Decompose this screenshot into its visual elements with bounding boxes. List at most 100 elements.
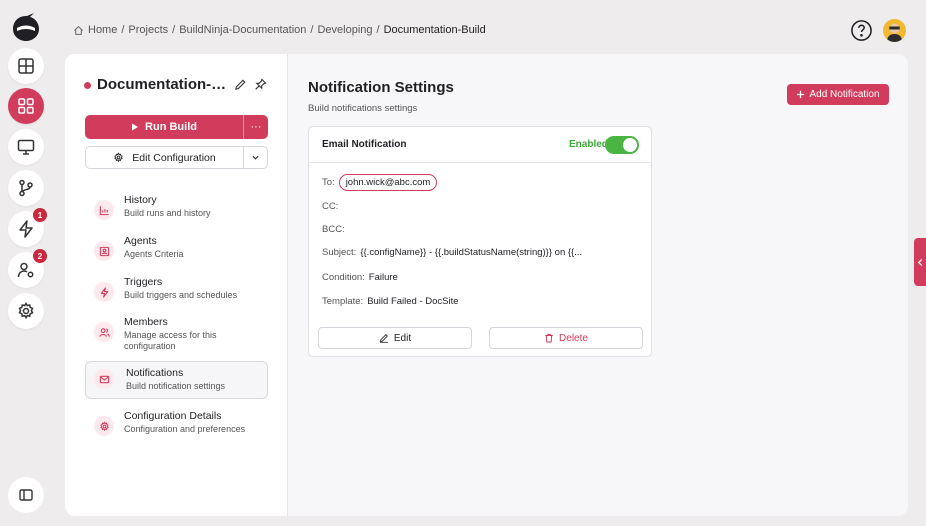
play-icon (132, 123, 139, 131)
git-branch-button[interactable] (8, 170, 44, 206)
pencil-icon[interactable] (234, 78, 247, 91)
edit-config-dropdown[interactable] (244, 147, 267, 168)
run-build-button[interactable]: Run Build (85, 115, 244, 139)
nav-subtitle: Build runs and history (124, 208, 211, 218)
cc-label: CC: (322, 201, 339, 212)
card-title: Email Notification (322, 139, 407, 150)
user-avatar-icon (887, 23, 902, 42)
projects-button[interactable] (8, 88, 44, 124)
breadcrumb-projects[interactable]: Projects (128, 24, 168, 36)
to-label: To: (322, 177, 335, 188)
breadcrumb: Home / Projects / BuildNinja-Documentati… (73, 24, 486, 36)
lightning-icon (19, 220, 33, 238)
mail-icon (99, 375, 109, 383)
nav-title: Configuration Details (124, 410, 222, 422)
run-build-label: Run Build (145, 121, 197, 133)
delete-button[interactable]: Delete (489, 327, 643, 349)
template-label: Template: (322, 296, 364, 307)
nav-subtitle: Configuration and preferences (124, 424, 246, 434)
status-badge: Enabled (569, 139, 608, 150)
toggle-sidebar-button[interactable] (8, 477, 44, 513)
monitor-button[interactable] (8, 129, 44, 165)
edit-config-label: Edit Configuration (132, 151, 216, 164)
condition-field: Condition: Failure (322, 272, 398, 283)
icon-rail: 1 2 (0, 0, 52, 526)
add-notification-label: Add Notification (809, 89, 880, 100)
chevron-left-icon (917, 258, 922, 266)
nav-title: Triggers (124, 276, 163, 288)
gear-icon (18, 302, 34, 320)
nav-item-agents[interactable]: Agents Agents Criteria (85, 233, 268, 271)
main-panel: Documentation-Build Run Build ··· Edit C… (65, 54, 908, 516)
dashboard-button[interactable] (8, 48, 44, 84)
add-notification-button[interactable]: Add Notification (787, 84, 889, 105)
users-badge: 2 (33, 249, 47, 263)
nav-subtitle: Build triggers and schedules (124, 290, 238, 300)
nav-title: History (124, 194, 157, 206)
nav-item-configuration-details[interactable]: Configuration Details Configuration and … (85, 408, 268, 446)
enabled-toggle[interactable] (605, 136, 639, 154)
gear-icon (99, 420, 109, 431)
collapse-panel-tab[interactable] (914, 238, 926, 286)
breadcrumb-current: Documentation-Build (383, 24, 486, 36)
email-notification-card: Email Notification Enabled To: john.wick… (308, 126, 652, 357)
bcc-field: BCC: (322, 224, 345, 235)
edit-config-button-group: Edit Configuration (85, 146, 268, 169)
chart-icon (99, 205, 109, 215)
avatar[interactable] (883, 19, 906, 42)
subject-value: {{.configName}} - {{.buildStatusName(str… (360, 247, 583, 258)
edit-button[interactable]: Edit (318, 327, 472, 349)
git-branch-icon (19, 179, 33, 197)
page-title: Notification Settings (308, 79, 454, 96)
pencil-icon (379, 334, 388, 343)
nav-item-history[interactable]: History Build runs and history (85, 192, 268, 230)
nav-title: Notifications (126, 367, 184, 379)
cc-field: CC: (322, 201, 338, 212)
pin-icon[interactable] (254, 78, 267, 91)
subject-label: Subject: (322, 247, 357, 258)
run-build-button-group: Run Build ··· (85, 115, 268, 139)
grid-icon (18, 98, 34, 114)
lightning-icon (100, 286, 108, 298)
sidebar-panel-icon (19, 489, 33, 501)
template-field: Template: Build Failed - DocSite (322, 296, 459, 307)
template-value: Build Failed - DocSite (367, 296, 459, 307)
nav-item-notifications[interactable]: Notifications Build notification setting… (85, 361, 268, 399)
config-title: Documentation-Build (97, 76, 227, 93)
user-gear-icon (17, 262, 34, 278)
dashboard-icon (18, 58, 34, 74)
edit-config-button[interactable]: Edit Configuration (86, 147, 244, 168)
monitor-icon (17, 139, 35, 155)
page-subtitle: Build notifications settings (308, 103, 418, 114)
nav-subtitle: Manage access for this configuration (124, 330, 217, 351)
edit-label: Edit (393, 332, 412, 344)
run-build-more-button[interactable]: ··· (244, 115, 268, 139)
condition-value: Failure (368, 272, 398, 283)
nav-item-members[interactable]: Members Manage access for this configura… (85, 314, 268, 360)
to-field: To: john.wick@abc.com (322, 174, 438, 191)
status-dot (84, 82, 91, 89)
builds-button[interactable]: 1 (8, 208, 47, 247)
breadcrumb-project[interactable]: BuildNinja-Documentation (179, 24, 306, 36)
breadcrumb-home[interactable]: Home (88, 24, 117, 36)
nav-subtitle: Build notification settings (126, 381, 226, 391)
help-icon[interactable] (850, 19, 873, 42)
email-chip[interactable]: john.wick@abc.com (338, 174, 438, 191)
users-icon (98, 327, 110, 337)
card-header: Email Notification Enabled (309, 127, 651, 163)
plus-icon (797, 90, 805, 99)
bcc-label: BCC: (322, 224, 345, 235)
user-settings-button[interactable]: 2 (8, 249, 47, 288)
ninja-logo-icon[interactable] (10, 12, 42, 44)
gear-icon (114, 152, 124, 163)
agent-card-icon (99, 246, 109, 256)
breadcrumb-folder[interactable]: Developing (317, 24, 372, 36)
builds-badge: 1 (33, 208, 47, 222)
settings-button[interactable] (8, 293, 44, 329)
home-icon[interactable] (73, 25, 84, 36)
nav-item-triggers[interactable]: Triggers Build triggers and schedules (85, 274, 268, 312)
toggle-knob (623, 138, 637, 152)
nav-title: Members (124, 316, 168, 328)
config-sidebar: Documentation-Build Run Build ··· Edit C… (65, 54, 288, 516)
config-header: Documentation-Build (84, 76, 274, 96)
